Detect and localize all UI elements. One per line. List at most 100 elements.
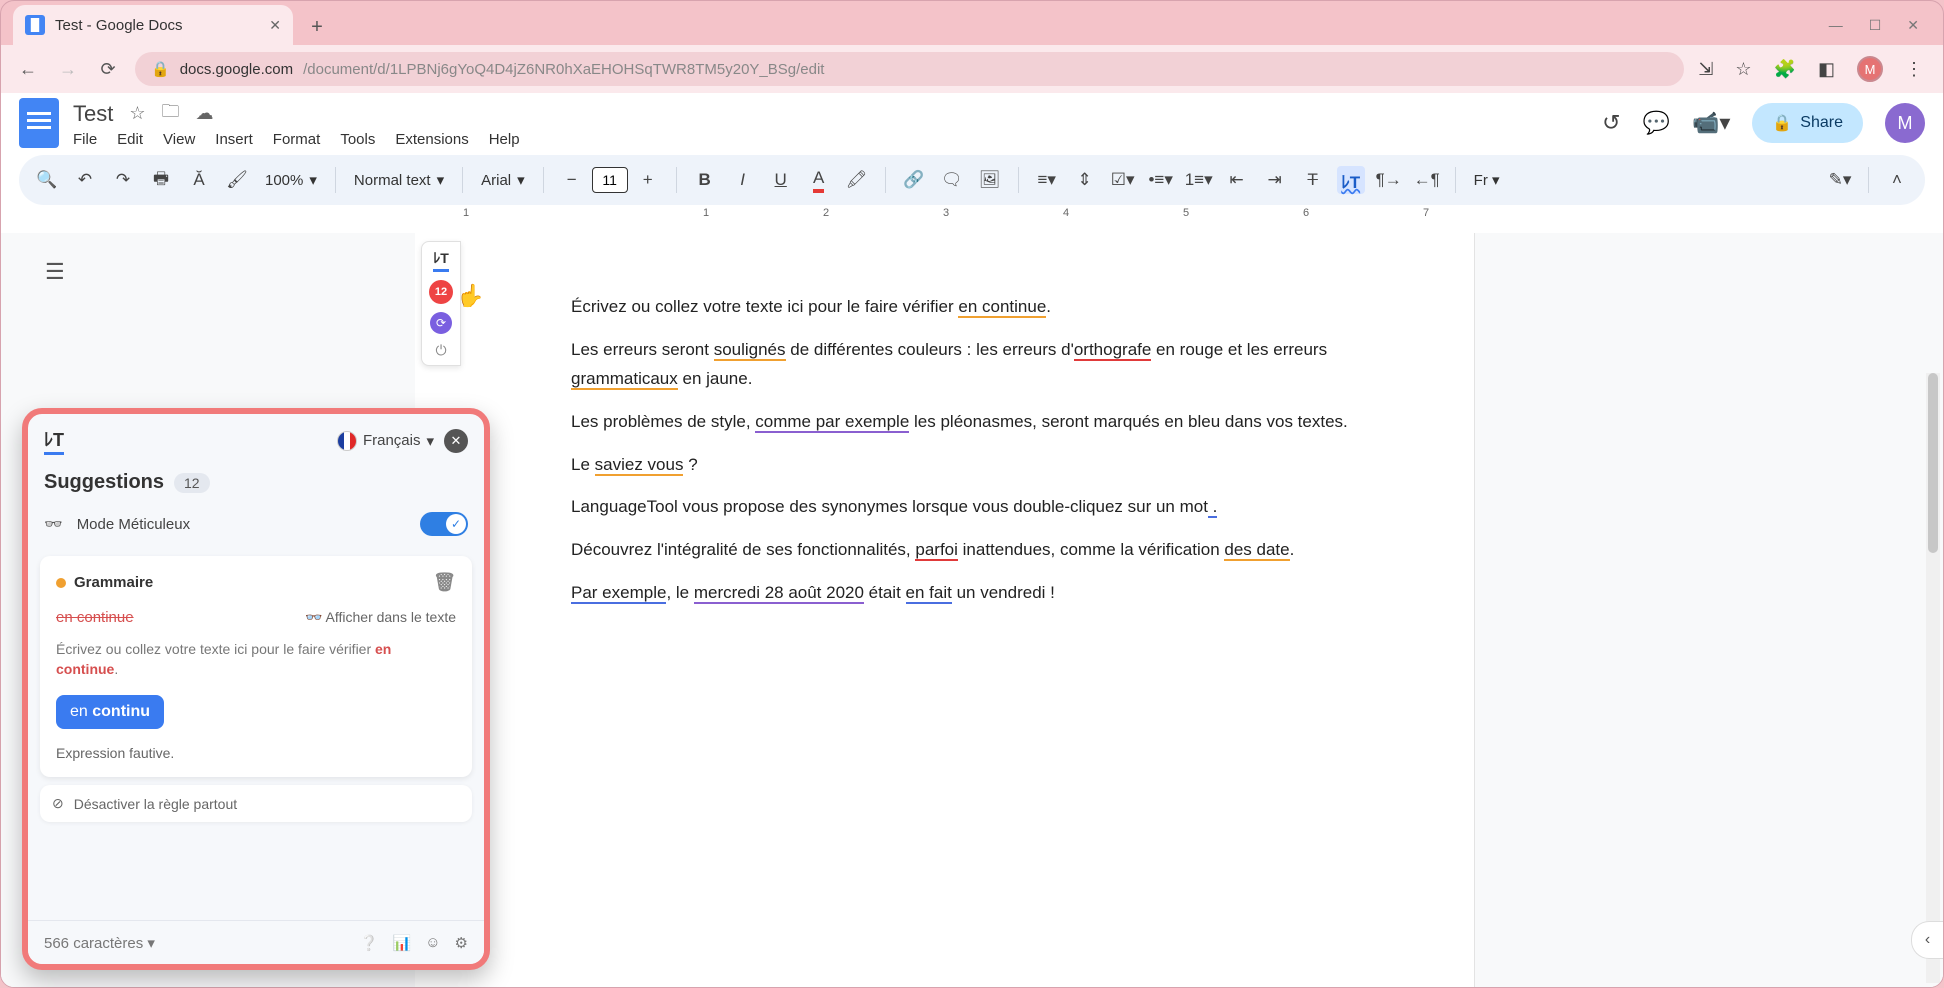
err-en-continue[interactable]: en continue	[958, 297, 1046, 318]
ruler[interactable]: 1 1 2 3 4 5 6 7	[19, 205, 1925, 227]
menu-help[interactable]: Help	[489, 131, 520, 148]
window-minimize-icon[interactable]: —	[1829, 17, 1843, 33]
languagetool-panel: ﾚT Français ▾ ✕ Suggestions 12 Mode Méti…	[22, 408, 490, 970]
show-in-text-button[interactable]: 👓 Afficher dans le texte	[305, 609, 456, 626]
suggestions-heading: Suggestions	[44, 471, 164, 494]
reload-button[interactable]: ⟳	[95, 59, 121, 80]
spellcheck-icon[interactable]: Ă	[185, 166, 213, 194]
picky-mode-toggle[interactable]	[420, 512, 468, 536]
indent-decrease-icon[interactable]: ⇤	[1223, 166, 1251, 194]
fontsize-decrease-button[interactable]: −	[558, 166, 586, 194]
menu-extensions[interactable]: Extensions	[395, 131, 468, 148]
meet-icon[interactable]: 📹▾	[1692, 110, 1730, 136]
panel-close-icon[interactable]: ✕	[444, 429, 468, 453]
checklist-icon[interactable]: ☑▾	[1109, 166, 1137, 194]
browser-menu-icon[interactable]: ⋮	[1905, 59, 1923, 80]
bookmark-icon[interactable]: ☆	[1735, 59, 1751, 80]
lt-toolbar-icon[interactable]: ﾚT	[1337, 166, 1365, 194]
insert-image-icon[interactable]: 🖼	[976, 166, 1004, 194]
zoom-select[interactable]: 100% ▾	[261, 171, 321, 189]
comments-icon[interactable]: 💬	[1643, 110, 1670, 136]
vertical-scrollbar[interactable]	[1926, 373, 1940, 983]
menu-file[interactable]: File	[73, 131, 97, 148]
sidepanel-icon[interactable]: ◧	[1818, 59, 1835, 80]
underline-icon[interactable]: U	[767, 166, 795, 194]
flag-france-icon	[337, 431, 357, 451]
cursor-hand-icon: 👆	[457, 283, 484, 309]
tab-close-icon[interactable]: ✕	[269, 17, 281, 34]
menu-tools[interactable]: Tools	[340, 131, 375, 148]
menu-insert[interactable]: Insert	[215, 131, 253, 148]
lt-power-icon[interactable]: ⏻	[435, 342, 446, 359]
collapse-toolbar-icon[interactable]: ˄	[1883, 166, 1911, 194]
bulleted-list-icon[interactable]: •≡▾	[1147, 166, 1175, 194]
outline-toggle-icon[interactable]: ☰	[45, 259, 65, 285]
paint-format-icon[interactable]: 🖌	[223, 166, 251, 194]
line-spacing-icon[interactable]: ⇕	[1071, 166, 1099, 194]
fontsize-input[interactable]	[592, 167, 628, 193]
align-icon[interactable]: ≡▾	[1033, 166, 1061, 194]
help-icon[interactable]: ❔	[360, 934, 379, 952]
lt-error-count-badge[interactable]: 12	[429, 280, 453, 304]
insert-comment-icon[interactable]: 🗨	[938, 166, 966, 194]
address-bar[interactable]: 🔒 docs.google.com/document/d/1LPBNj6gYoQ…	[135, 52, 1684, 86]
lt-logo-icon[interactable]: ﾚT	[44, 426, 64, 455]
paragraph-style-select[interactable]: Normal text ▾	[350, 171, 448, 189]
text-color-icon[interactable]: A	[805, 166, 833, 194]
scrollbar-thumb[interactable]	[1928, 373, 1938, 553]
cloud-status-icon[interactable]: ☁	[196, 103, 214, 124]
redo-icon[interactable]: ↷	[109, 166, 137, 194]
back-button[interactable]: ←	[15, 59, 41, 80]
docs-logo-icon[interactable]	[19, 98, 59, 148]
char-count[interactable]: 566 caractères ▾	[44, 934, 155, 952]
language-selector[interactable]: Français ▾	[337, 431, 434, 451]
insert-link-icon[interactable]: 🔗	[900, 166, 928, 194]
settings-icon[interactable]: ⚙	[455, 934, 468, 952]
window-maximize-icon[interactable]: ☐	[1869, 17, 1882, 34]
star-icon[interactable]: ☆	[129, 103, 145, 124]
new-tab-button[interactable]: +	[299, 9, 335, 45]
undo-icon[interactable]: ↶	[71, 166, 99, 194]
ltr-icon[interactable]: ¶→	[1375, 166, 1403, 194]
move-folder-icon[interactable]: 🗀	[162, 99, 180, 129]
smiley-icon[interactable]: ☺	[425, 934, 440, 951]
bold-icon[interactable]: B	[691, 166, 719, 194]
italic-icon[interactable]: I	[729, 166, 757, 194]
dismiss-icon[interactable]: 🗑	[433, 572, 456, 593]
account-avatar[interactable]: M	[1885, 103, 1925, 143]
chevron-down-icon: ▾	[426, 432, 434, 450]
install-app-icon[interactable]: ⇲	[1698, 59, 1713, 80]
fontsize-increase-button[interactable]: +	[634, 166, 662, 194]
numbered-list-icon[interactable]: 1≡▾	[1185, 166, 1213, 194]
font-select[interactable]: Arial ▾	[477, 171, 529, 189]
disable-rule-button[interactable]: ⊘ Désactiver la règle partout	[40, 785, 472, 822]
highlight-icon[interactable]: 🖍	[843, 166, 871, 194]
clear-format-icon[interactable]: T	[1299, 166, 1327, 194]
side-panel-toggle-icon[interactable]: ‹	[1911, 921, 1943, 959]
rtl-icon[interactable]: ←¶	[1413, 166, 1441, 194]
history-icon[interactable]: ↺	[1602, 110, 1620, 136]
print-icon[interactable]: 🖶	[147, 166, 175, 194]
share-button[interactable]: 🔒 Share	[1752, 103, 1863, 143]
menu-format[interactable]: Format	[273, 131, 321, 148]
search-menus-icon[interactable]: 🔍	[33, 166, 61, 194]
forward-button[interactable]: →	[55, 59, 81, 80]
menu-edit[interactable]: Edit	[117, 131, 143, 148]
context-preview: Écrivez ou collez votre texte ici pour l…	[56, 640, 456, 679]
indent-increase-icon[interactable]: ⇥	[1261, 166, 1289, 194]
stats-icon[interactable]: 📊	[393, 934, 412, 952]
document-title[interactable]: Test	[73, 101, 113, 127]
browser-tab[interactable]: Test - Google Docs ✕	[13, 5, 293, 45]
document-body[interactable]: Écrivez ou collez votre texte ici pour l…	[571, 293, 1371, 622]
share-label: Share	[1800, 114, 1843, 132]
lt-sync-icon[interactable]: ⟳	[430, 312, 452, 334]
lt-logo-icon[interactable]: ﾚT	[433, 248, 449, 272]
input-tools-icon[interactable]: Fr ▾	[1470, 171, 1504, 189]
suggestion-chip[interactable]: en continu	[56, 695, 164, 729]
profile-avatar[interactable]: M	[1857, 56, 1883, 82]
editing-mode-icon[interactable]: ✎▾	[1826, 166, 1854, 194]
menu-view[interactable]: View	[163, 131, 195, 148]
window-close-icon[interactable]: ✕	[1907, 17, 1919, 34]
suggestions-count: 12	[174, 473, 210, 493]
extensions-icon[interactable]: 🧩	[1774, 59, 1796, 80]
